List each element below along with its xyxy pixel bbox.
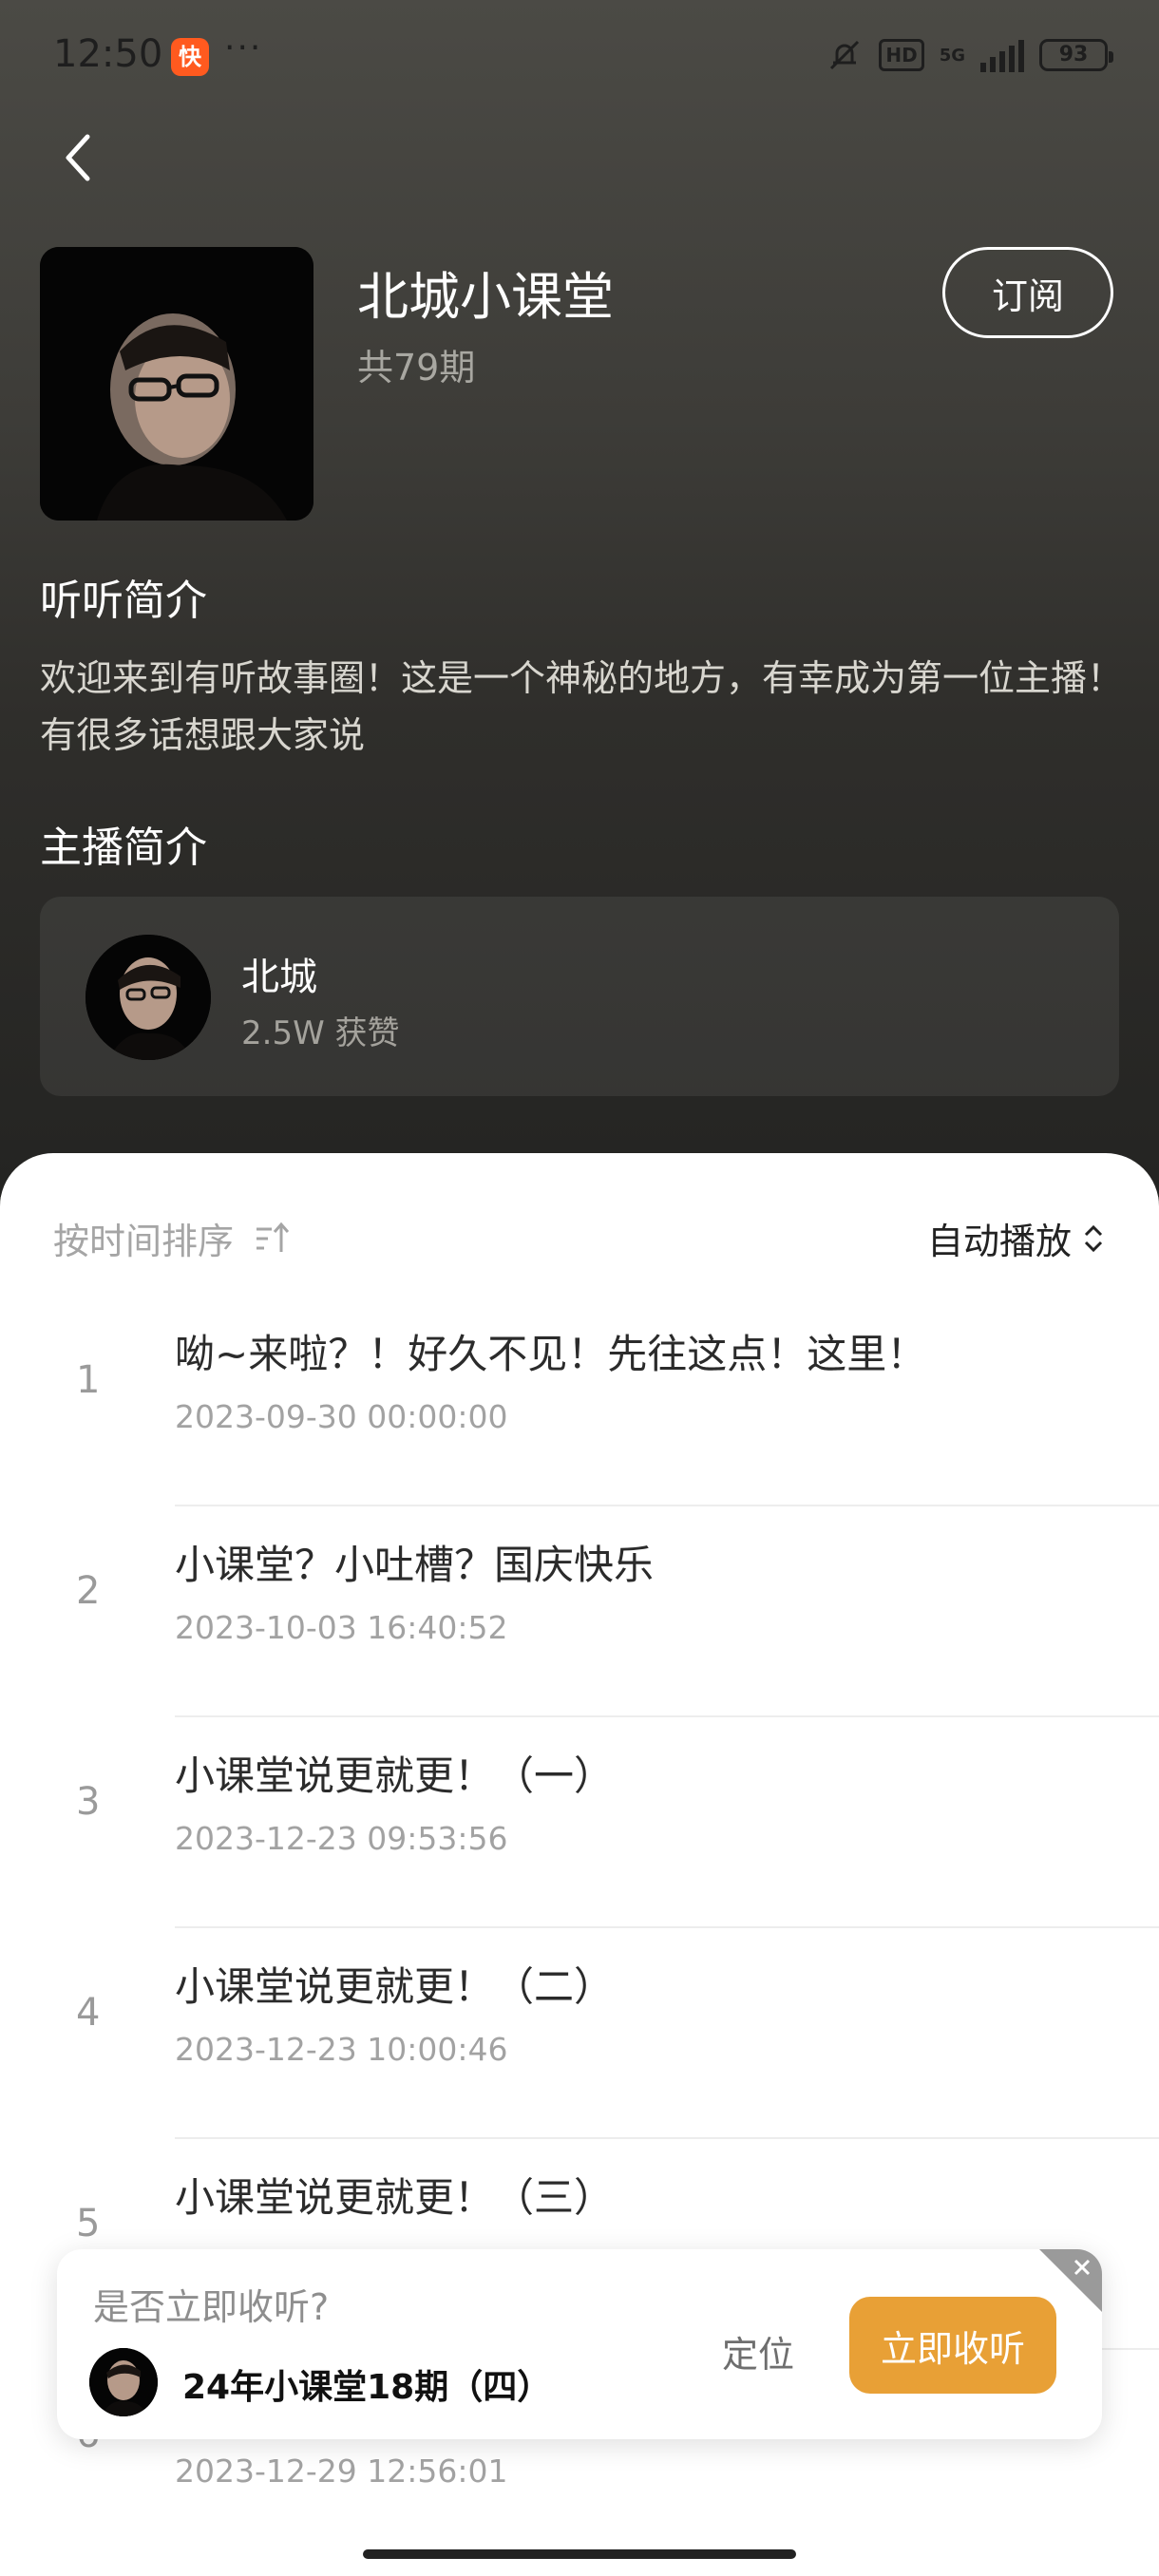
episode-number: 3: [76, 1780, 101, 1824]
host-heading: 主播简介: [40, 824, 207, 872]
episode-date: 2023-12-29 12:56:01: [175, 2453, 508, 2490]
episode-date: 2023-09-30 00:00:00: [175, 1398, 508, 1435]
episode-title: 小课堂说更就更！（二）: [175, 1963, 615, 2010]
episode-date: 2023-10-03 16:40:52: [175, 1609, 508, 1646]
episode-number: 5: [76, 2202, 101, 2245]
app-notification-icon: 快: [171, 38, 209, 76]
signal-icon: [980, 38, 1024, 72]
intro-heading: 听听简介: [40, 577, 207, 625]
episode-date: 2023-12-23 09:53:56: [175, 1820, 508, 1857]
status-icons: HD 5G 93: [826, 36, 1113, 74]
autoplay-toggle[interactable]: 自动播放: [927, 1212, 1108, 1264]
host-card[interactable]: 北城 2.5W 获赞: [40, 897, 1119, 1096]
mute-icon: [830, 40, 860, 70]
network-type: 5G: [939, 45, 965, 66]
list-item[interactable]: 4 小课堂说更就更！（二） 2023-12-23 10:00:46: [0, 1928, 1159, 2139]
sort-toggle[interactable]: 按时间排序: [53, 1212, 294, 1264]
episode-number: 2: [76, 1569, 101, 1613]
status-time: 12:50: [53, 32, 163, 76]
intro-text: 欢迎来到有听故事圈！这是一个神秘的地方，有幸成为第一位主播！有很多话想跟大家说: [40, 657, 1124, 756]
status-bar: 12:50 快 ··· HD 5G 93: [0, 0, 1159, 114]
back-arrow-icon[interactable]: [59, 129, 97, 186]
popup-episode-name: 24年小课堂18期（四）: [182, 2368, 552, 2407]
locate-button[interactable]: 定位: [722, 2325, 794, 2377]
home-indicator[interactable]: [363, 2549, 796, 2559]
listen-now-button[interactable]: 立即收听: [849, 2297, 1056, 2394]
list-item[interactable]: 3 小课堂说更就更！（一） 2023-12-23 09:53:56: [0, 1717, 1159, 1928]
list-item[interactable]: 2 小课堂？小吐槽？国庆快乐 2023-10-03 16:40:52: [0, 1506, 1159, 1717]
episode-date: 2023-12-23 10:00:46: [175, 2031, 508, 2068]
portrait-image: [40, 247, 314, 521]
sort-order-icon[interactable]: [253, 1220, 294, 1258]
album-header: 12:50 快 ··· HD 5G 93 北城小课堂 共79期 订阅 听听简介 …: [0, 0, 1159, 1197]
chevron-up-down-icon: [1084, 1224, 1103, 1252]
autoplay-label: 自动播放: [926, 1221, 1072, 1262]
host-likes: 2.5W 获赞: [241, 1014, 400, 1052]
episode-title: 呦~来啦？！好久不见！先往这点！这里！: [175, 1331, 927, 1377]
album-title: 北城小课堂: [357, 267, 614, 327]
list-item[interactable]: 1 呦~来啦？！好久不见！先往这点！这里！ 2023-09-30 00:00:0…: [0, 1296, 1159, 1506]
album-cover: [40, 247, 314, 521]
avatar: [89, 2348, 158, 2416]
hd-icon: HD: [879, 39, 924, 71]
host-avatar-image: [86, 935, 211, 1060]
episode-title: 小课堂说更就更！（三）: [175, 2174, 615, 2221]
episode-number: 4: [76, 1991, 101, 2035]
episode-number: 1: [76, 1358, 101, 1402]
resume-listen-popup: 是否立即收听? 24年小课堂18期（四） 定位 立即收听: [57, 2249, 1102, 2439]
subscribe-button[interactable]: 订阅: [942, 247, 1113, 338]
episode-count: 共79期: [357, 347, 476, 388]
popup-question: 是否立即收听?: [93, 2286, 330, 2328]
sort-label: 按时间排序: [53, 1221, 235, 1262]
more-notifications-icon: ···: [224, 28, 263, 67]
close-icon[interactable]: [1039, 2249, 1102, 2312]
episode-title: 小课堂？小吐槽？国庆快乐: [175, 1542, 655, 1588]
mini-avatar-image: [89, 2348, 158, 2416]
battery-icon: 93: [1039, 39, 1113, 71]
episode-title: 小课堂说更就更！（一）: [175, 1752, 615, 1799]
host-name: 北城: [241, 956, 317, 999]
avatar[interactable]: [86, 935, 211, 1060]
